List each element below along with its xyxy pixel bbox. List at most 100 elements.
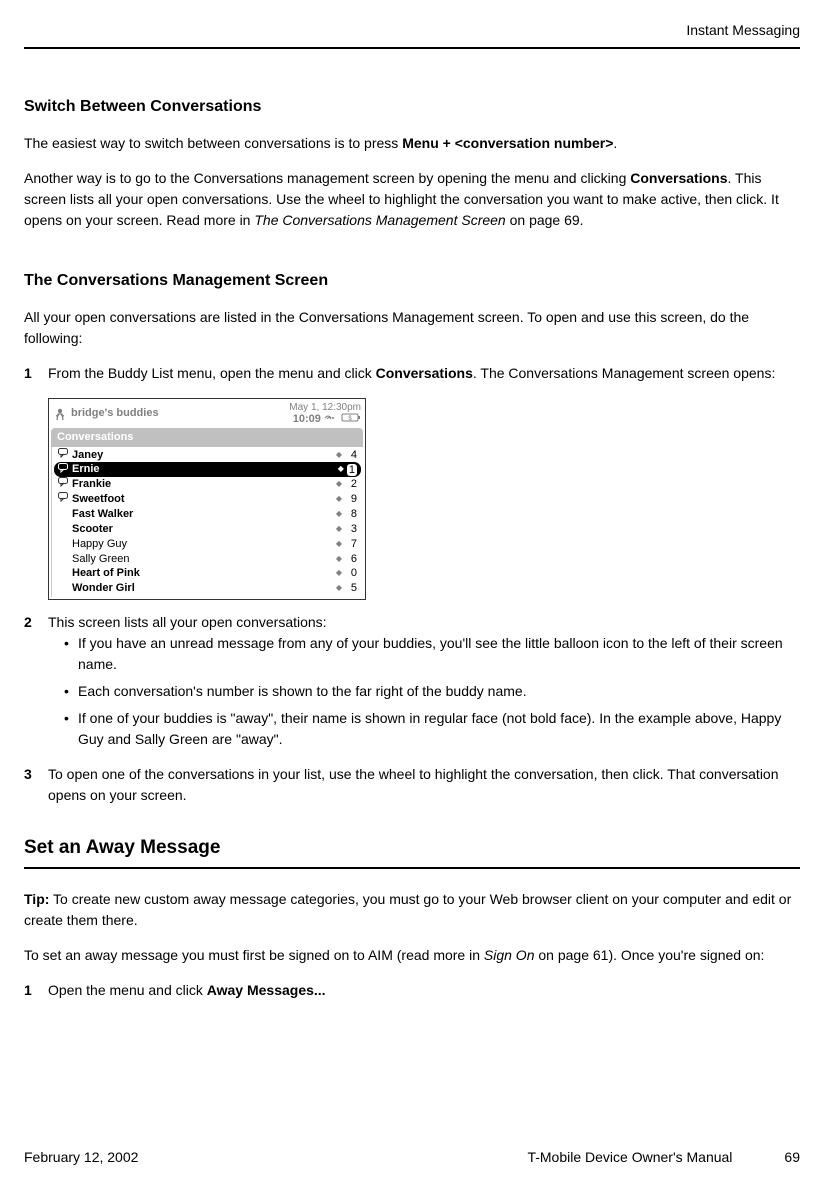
text: To create new custom away message catego… [24, 891, 791, 928]
conversation-row: Happy Guy◆7 [52, 537, 363, 552]
conversation-name: Wonder Girl [72, 581, 336, 596]
conversation-number: 8 [345, 507, 357, 522]
speech-balloon-icon [58, 463, 72, 478]
speech-balloon-icon [58, 448, 72, 463]
text: . The Conversations Management screen op… [473, 365, 775, 381]
text-bold: Conversations [376, 365, 473, 381]
heading-set-away: Set an Away Message [24, 834, 800, 863]
text: on page 69. [506, 212, 584, 228]
bullet-item: •If one of your buddies is "away", their… [64, 708, 800, 750]
conversation-number: 0 [345, 566, 357, 581]
conversation-number: 2 [345, 477, 357, 492]
step-number: 2 [24, 612, 48, 756]
step-number: 3 [24, 764, 48, 806]
footer-page-number: 69 [784, 1147, 800, 1168]
text: This screen lists all your open conversa… [48, 612, 800, 633]
footer-title: T-Mobile Device Owner's Manual [527, 1147, 732, 1168]
text: . [613, 135, 617, 151]
conversation-row: Frankie◆2 [52, 477, 363, 492]
screenshot-title: bridge's buddies [71, 405, 289, 422]
conversation-number: 7 [345, 537, 357, 552]
section-rule [24, 867, 800, 869]
paragraph: To set an away message you must first be… [24, 945, 800, 966]
conversation-name: Fast Walker [72, 507, 336, 522]
footer-date: February 12, 2002 [24, 1147, 138, 1168]
screenshot-time: 10:09 [293, 413, 321, 425]
screenshot-titlebar: bridge's buddies May 1, 12:30pm 10:09 $ [51, 401, 363, 426]
conversation-row: Sally Green◆6 [52, 552, 363, 567]
paragraph: All your open conversations are listed i… [24, 307, 800, 349]
bullet-list: •If you have an unread message from any … [48, 633, 800, 750]
conversation-row: Ernie◆1 [54, 462, 361, 477]
text: on page 61). Once you're signed on: [534, 947, 764, 963]
step-body: This screen lists all your open conversa… [48, 612, 800, 756]
conversation-name: Frankie [72, 477, 336, 492]
speech-balloon-icon [58, 492, 72, 507]
diamond-icon: ◆ [336, 509, 342, 520]
bullet-text: Each conversation's number is shown to t… [78, 681, 527, 702]
diamond-icon: ◆ [336, 583, 342, 594]
step-number: 1 [24, 363, 48, 384]
screenshot-status: May 1, 12:30pm 10:09 $ [289, 402, 361, 425]
heading-conversations-mgmt: The Conversations Management Screen [24, 269, 800, 293]
battery-icon: $ [341, 413, 361, 425]
conversation-row: Wonder Girl◆5 [52, 581, 363, 596]
conversation-number: 5 [345, 581, 357, 596]
text-bold: Menu + <conversation number> [402, 135, 613, 151]
conversation-number: 4 [345, 448, 357, 463]
text: To set an away message you must first be… [24, 947, 484, 963]
conversation-name: Sweetfoot [72, 492, 336, 507]
conversation-name: Sally Green [72, 552, 336, 567]
running-header: Instant Messaging [24, 20, 800, 49]
step: 2 This screen lists all your open conver… [24, 612, 800, 756]
text-bold: Away Messages... [207, 982, 326, 998]
paragraph: Another way is to go to the Conversation… [24, 168, 800, 231]
conversation-row: Janey◆4 [52, 448, 363, 463]
diamond-icon: ◆ [336, 539, 342, 550]
tip-label: Tip: [24, 891, 49, 907]
text: Open the menu and click [48, 982, 207, 998]
step-number: 1 [24, 980, 48, 1001]
diamond-icon: ◆ [336, 479, 342, 490]
bullet-item: •Each conversation's number is shown to … [64, 681, 800, 702]
bullet-item: •If you have an unread message from any … [64, 633, 800, 675]
screenshot-list: Janey◆4Ernie◆1Frankie◆2Sweetfoot◆9Fast W… [51, 447, 363, 597]
diamond-icon: ◆ [336, 554, 342, 565]
conversation-name: Scooter [72, 522, 336, 537]
bullet-mark: • [64, 681, 78, 702]
step-body: From the Buddy List menu, open the menu … [48, 363, 800, 384]
text-italic: The Conversations Management Screen [254, 212, 505, 228]
diamond-icon: ◆ [336, 568, 342, 579]
conversation-row: Heart of Pink◆0 [52, 566, 363, 581]
conversation-number: 6 [345, 552, 357, 567]
conversation-name: Ernie [72, 462, 338, 477]
screenshot-section-header: Conversations [51, 428, 363, 447]
step-body: To open one of the conversations in your… [48, 764, 800, 806]
heading-switch-between: Switch Between Conversations [24, 95, 800, 119]
text-bold: Conversations [630, 170, 727, 186]
paragraph: The easiest way to switch between conver… [24, 133, 800, 154]
diamond-icon: ◆ [336, 524, 342, 535]
bullet-text: If one of your buddies is "away", their … [78, 708, 800, 750]
screenshot-date: May 1, 12:30pm [289, 402, 361, 413]
speech-balloon-icon [58, 477, 72, 492]
conversation-row: Fast Walker◆8 [52, 507, 363, 522]
conversation-number: 3 [345, 522, 357, 537]
conversation-name: Heart of Pink [72, 566, 336, 581]
page-footer: February 12, 2002 T-Mobile Device Owner'… [24, 1147, 800, 1168]
conversation-name: Janey [72, 448, 336, 463]
conversation-name: Happy Guy [72, 537, 336, 552]
bullet-mark: • [64, 633, 78, 675]
aim-buddy-icon [53, 407, 67, 421]
text: From the Buddy List menu, open the menu … [48, 365, 376, 381]
conversation-number: 9 [345, 492, 357, 507]
bullet-text: If you have an unread message from any o… [78, 633, 800, 675]
diamond-icon: ◆ [336, 494, 342, 505]
step: 1 Open the menu and click Away Messages.… [24, 980, 800, 1001]
conversation-row: Sweetfoot◆9 [52, 492, 363, 507]
step-body: Open the menu and click Away Messages... [48, 980, 800, 1001]
signal-icon [324, 413, 341, 425]
bullet-mark: • [64, 708, 78, 750]
step: 1 From the Buddy List menu, open the men… [24, 363, 800, 384]
device-screenshot: bridge's buddies May 1, 12:30pm 10:09 $ … [48, 398, 366, 600]
